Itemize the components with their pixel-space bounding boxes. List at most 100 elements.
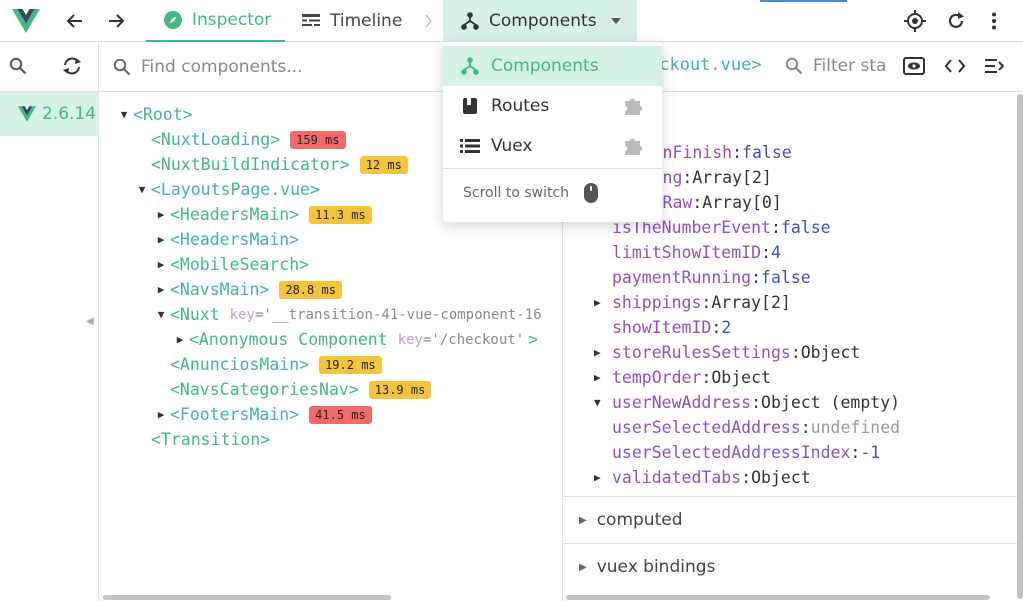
state-property[interactable]: showItemID: 2 xyxy=(612,315,731,340)
state-property[interactable]: ▶ tempOrder: Object xyxy=(594,365,771,390)
forward-button[interactable] xyxy=(103,9,129,33)
dropdown-item-routes[interactable]: Routes xyxy=(443,86,662,126)
collapsed-arrow-icon[interactable]: ▶ xyxy=(171,333,189,346)
expanded-arrow-icon[interactable]: ▼ xyxy=(115,108,133,121)
component-search-input[interactable]: Find components... xyxy=(141,57,302,77)
expanded-arrow-icon[interactable]: ▼ xyxy=(152,308,170,321)
rail-search-button[interactable] xyxy=(8,56,28,76)
more-menu-button[interactable] xyxy=(983,9,1005,33)
property-value[interactable]: undefined xyxy=(811,418,900,437)
arrow-left-icon xyxy=(66,14,82,28)
state-property[interactable]: paymentRunning: false xyxy=(612,265,811,290)
node-tag: <Root> xyxy=(133,105,193,124)
dropdown-item-label: Vuex xyxy=(491,136,533,156)
tree-node[interactable]: <NuxtBuildIndicator> 12 ms xyxy=(133,152,408,177)
back-button[interactable] xyxy=(62,9,88,33)
node-tag: <MobileSearch> xyxy=(170,255,310,274)
book-icon xyxy=(459,95,481,117)
dropdown-item-vuex[interactable]: Vuex xyxy=(443,126,662,166)
tree-node[interactable]: <AnunciosMain> 19.2 ms xyxy=(152,352,382,377)
collapsed-arrow-icon[interactable]: ▶ xyxy=(152,258,170,271)
property-value[interactable]: false xyxy=(761,268,811,287)
collapsed-arrow-icon[interactable]: ▶ xyxy=(152,283,170,296)
tab-inspector[interactable]: Inspector xyxy=(146,0,285,42)
property-value[interactable]: Array[0] xyxy=(702,193,781,212)
property-value[interactable]: 2 xyxy=(721,318,731,337)
property-value[interactable]: 4 xyxy=(771,243,781,262)
tree-node[interactable]: ▶ <FootersMain> 41.5 ms xyxy=(152,402,372,427)
tree-node[interactable]: <NavsCategoriesNav> 13.9 ms xyxy=(152,377,432,402)
property-key: userSelectedAddress xyxy=(612,418,801,437)
tree-node[interactable]: <Transition> xyxy=(133,427,270,452)
collapsed-arrow-icon[interactable]: ▶ xyxy=(152,233,170,246)
tree-node[interactable]: ▶ <MobileSearch> xyxy=(152,252,309,277)
refresh-icon xyxy=(948,12,964,28)
property-value[interactable]: Object xyxy=(751,468,811,487)
tab-components[interactable]: Components xyxy=(443,0,637,42)
list-icon xyxy=(459,135,481,157)
inspect-dom-button[interactable] xyxy=(944,57,966,75)
collapsed-arrow-icon[interactable]: ▶ xyxy=(152,408,170,421)
rail-toolbar xyxy=(0,42,98,92)
tree-horizontal-scrollbar[interactable] xyxy=(103,595,391,600)
tree-node[interactable]: ▼ <Nuxt key ='__transition-41-vue-component… xyxy=(152,302,542,327)
tree-node[interactable]: ▶ <HeadersMain> 11.3 ms xyxy=(152,202,372,227)
collapsed-arrow-icon[interactable]: ▶ xyxy=(594,296,601,309)
collapsed-arrow-icon[interactable]: ▶ xyxy=(594,371,601,384)
collapse-rail-arrow-icon[interactable]: ◀ xyxy=(86,316,94,327)
vue-logo xyxy=(12,8,40,34)
eye-icon xyxy=(903,57,925,75)
tree-node[interactable]: ▼ <Root> xyxy=(115,102,193,127)
compass-icon xyxy=(162,9,184,31)
property-value[interactable]: Array[2] xyxy=(711,293,790,312)
inspector-horizontal-scrollbar[interactable] xyxy=(566,595,990,600)
collapsed-arrow-icon: ▶ xyxy=(579,514,587,526)
collapsed-arrow-icon[interactable]: ▶ xyxy=(594,471,601,484)
inspector-vertical-scrollbar[interactable] xyxy=(1017,94,1023,599)
scroll-to-component-button[interactable] xyxy=(903,56,925,76)
tree-node[interactable]: ▼ <LayoutsPage.vue> xyxy=(133,177,320,202)
collapsed-arrow-icon[interactable]: ▶ xyxy=(152,208,170,221)
property-key: userNewAddress xyxy=(612,393,752,412)
property-value[interactable]: false xyxy=(781,218,831,237)
dropdown-item-label: Components xyxy=(491,56,599,76)
property-value[interactable]: Object xyxy=(801,343,861,362)
open-in-editor-button[interactable] xyxy=(984,58,1004,74)
tree-node[interactable]: <NuxtLoading> 159 ms xyxy=(133,127,346,152)
property-value[interactable]: Array[2] xyxy=(692,168,771,187)
expanded-arrow-icon[interactable]: ▼ xyxy=(133,183,151,196)
tree-node[interactable]: ▶ <Anonymous Component key ='/checkout' > xyxy=(171,327,538,352)
property-value[interactable]: false xyxy=(742,143,792,162)
vue-small-icon xyxy=(18,106,36,122)
tree-node[interactable]: ▶ <NavsMain> 28.8 ms xyxy=(152,277,342,302)
dropdown-divider xyxy=(443,168,662,169)
filter-state-input[interactable]: Filter sta xyxy=(813,56,886,76)
property-key: showItemID xyxy=(612,318,712,337)
expanded-arrow-icon[interactable]: ▼ xyxy=(594,396,601,409)
state-property[interactable]: userSelectedAddress: undefined xyxy=(612,415,900,440)
state-property[interactable]: ▶ validatedTabs: Object xyxy=(594,465,811,490)
state-property[interactable]: ▼ userNewAddress: Object (empty) xyxy=(594,390,900,415)
collapsed-arrow-icon[interactable]: ▶ xyxy=(594,346,601,359)
state-property[interactable]: limitShowItemID: 4 xyxy=(612,240,781,265)
state-property[interactable]: ▶ shippings: Array[2] xyxy=(594,290,791,315)
rail-sync-button[interactable] xyxy=(60,55,84,77)
tab-timeline[interactable]: Timeline xyxy=(300,0,416,42)
node-tag: <NavsCategoriesNav> xyxy=(170,380,359,399)
puzzle-icon xyxy=(622,96,644,116)
node-attr-name: key xyxy=(229,306,255,323)
property-value[interactable]: Object xyxy=(711,368,771,387)
node-tag: <NuxtBuildIndicator> xyxy=(151,155,350,174)
vue-logo-icon xyxy=(12,9,40,33)
select-component-button[interactable] xyxy=(902,9,928,33)
dropdown-item-components[interactable]: Components xyxy=(443,46,662,86)
state-property[interactable]: ▶ storeRulesSettings: Object xyxy=(594,340,861,365)
computed-section[interactable]: ▶ computed xyxy=(563,496,1023,543)
property-value[interactable]: Object (empty) xyxy=(761,393,900,412)
app-version-item[interactable]: 2.6.14 xyxy=(0,92,99,136)
vuex-bindings-section[interactable]: ▶ vuex bindings xyxy=(563,543,1023,590)
property-value[interactable]: -1 xyxy=(860,443,880,462)
refresh-button[interactable] xyxy=(943,9,969,33)
tree-node[interactable]: ▶ <HeadersMain> xyxy=(152,227,299,252)
state-property[interactable]: userSelectedAddressIndex: -1 xyxy=(612,440,880,465)
